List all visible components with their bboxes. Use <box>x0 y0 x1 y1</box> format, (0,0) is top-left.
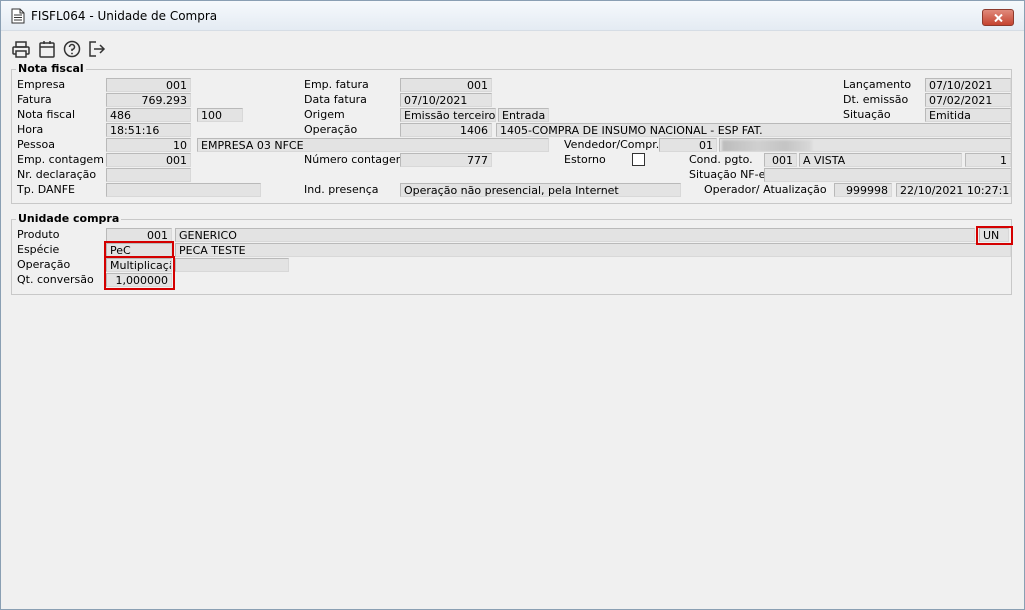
estorno-checkbox[interactable] <box>632 153 645 166</box>
emp-fatura-label: Emp. fatura <box>304 78 369 91</box>
origem-label: Origem <box>304 108 345 121</box>
window-title: FISFL064 - Unidade de Compra <box>31 9 218 23</box>
nota-fiscal-field[interactable]: 486 <box>106 108 191 122</box>
parcelas-field[interactable]: 1 <box>965 153 1011 167</box>
especie-description-field[interactable]: PECA TESTE <box>175 243 1011 257</box>
situacao-nfe-field[interactable] <box>764 168 1011 182</box>
produto-label: Produto <box>17 228 60 241</box>
unidade-compra-title: Unidade compra <box>16 212 122 225</box>
especie-label: Espécie <box>17 243 60 256</box>
printer-icon[interactable] <box>11 39 31 59</box>
serie-field[interactable]: 100 <box>197 108 243 122</box>
tp-danfe-field[interactable] <box>106 183 261 197</box>
produto-code-field[interactable]: 001 <box>106 228 172 242</box>
tipo-field[interactable]: Entrada <box>498 108 549 122</box>
operador-code-field[interactable]: 999998 <box>834 183 892 197</box>
operacao-conversao-label: Operação <box>17 258 71 271</box>
atualizacao-field[interactable]: 22/10/2021 10:27:19 <box>896 183 1011 197</box>
title-bar: FISFL064 - Unidade de Compra <box>1 1 1024 31</box>
help-icon[interactable] <box>62 39 82 59</box>
hora-field[interactable]: 18:51:16 <box>106 123 191 137</box>
hora-label: Hora <box>17 123 44 136</box>
cond-pgto-description-field[interactable]: A VISTA <box>799 153 962 167</box>
pessoa-name-field[interactable]: EMPRESA 03 NFCE <box>197 138 549 152</box>
situacao-field[interactable]: Emitida <box>925 108 1011 122</box>
data-fatura-field[interactable]: 07/10/2021 <box>400 93 492 107</box>
fatura-field[interactable]: 769.293 <box>106 93 191 107</box>
dt-emissao-field[interactable]: 07/02/2021 <box>925 93 1011 107</box>
vendedor-label: Vendedor/Compr. <box>564 138 660 151</box>
numero-contagem-field[interactable]: 777 <box>400 153 492 167</box>
nota-fiscal-label: Nota fiscal <box>17 108 76 121</box>
dt-emissao-label: Dt. emissão <box>843 93 909 106</box>
data-fatura-label: Data fatura <box>304 93 367 106</box>
emp-contagem-label: Emp. contagem <box>17 153 104 166</box>
cond-pgto-code-field[interactable]: 001 <box>764 153 797 167</box>
ind-presenca-field[interactable]: Operação não presencial, pela Internet <box>400 183 681 197</box>
empresa-field[interactable]: 001 <box>106 78 191 92</box>
operacao-conversao-field[interactable]: Multiplicação <box>106 258 172 272</box>
especie-code-field[interactable]: PeC <box>106 243 172 257</box>
ind-presenca-label: Ind. presença <box>304 183 379 196</box>
nota-fiscal-title: Nota fiscal <box>16 62 86 75</box>
vendedor-name-field[interactable] <box>719 138 1011 152</box>
operador-label: Operador/ Atualização <box>704 183 827 196</box>
exit-icon[interactable] <box>87 39 107 59</box>
produto-unit-field[interactable]: UN <box>979 228 1009 242</box>
toolbar <box>11 39 211 59</box>
produto-description-field[interactable]: GENERICO <box>175 228 975 242</box>
lancamento-field[interactable]: 07/10/2021 <box>925 78 1011 92</box>
qt-conversao-field[interactable]: 1,000000 <box>106 273 172 287</box>
close-icon <box>994 14 1003 22</box>
window: FISFL064 - Unidade de Compra Nota fiscal… <box>0 0 1025 610</box>
emp-fatura-field[interactable]: 001 <box>400 78 492 92</box>
operacao-description-field[interactable]: 1405-COMPRA DE INSUMO NACIONAL - ESP FAT… <box>496 123 1011 137</box>
calendar-icon[interactable] <box>37 39 57 59</box>
empresa-label: Empresa <box>17 78 66 91</box>
fatura-label: Fatura <box>17 93 52 106</box>
estorno-label: Estorno <box>564 153 606 166</box>
numero-contagem-label: Número contagem <box>304 153 407 166</box>
close-button[interactable] <box>982 9 1014 26</box>
pessoa-label: Pessoa <box>17 138 55 151</box>
operacao-label: Operação <box>304 123 358 136</box>
pessoa-code-field[interactable]: 10 <box>106 138 191 152</box>
cond-pgto-label: Cond. pgto. <box>689 153 753 166</box>
situacao-label: Situação <box>843 108 891 121</box>
operacao-code-field[interactable]: 1406 <box>400 123 492 137</box>
tp-danfe-label: Tp. DANFE <box>17 183 76 196</box>
document-icon <box>11 8 25 24</box>
nr-declaracao-field[interactable] <box>106 168 191 182</box>
redacted-text <box>722 140 812 151</box>
qt-conversao-label: Qt. conversão <box>17 273 94 286</box>
operacao-conversao-extra-field[interactable] <box>175 258 289 272</box>
vendedor-code-field[interactable]: 01 <box>659 138 717 152</box>
nr-declaracao-label: Nr. declaração <box>17 168 97 181</box>
emp-contagem-field[interactable]: 001 <box>106 153 191 167</box>
lancamento-label: Lançamento <box>843 78 912 91</box>
situacao-nfe-label: Situação NF-e <box>689 168 766 181</box>
origem-field[interactable]: Emissão terceiro <box>400 108 496 122</box>
